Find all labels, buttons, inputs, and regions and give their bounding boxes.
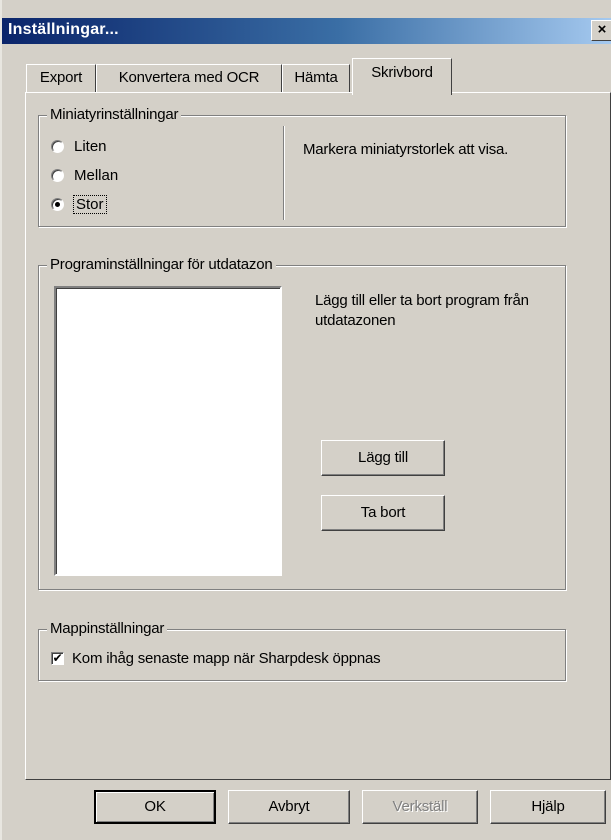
tab-label: Hämta [294,69,338,86]
help-button[interactable]: Hjälp [490,790,606,824]
radio-medium[interactable]: Mellan [51,164,118,186]
settings-dialog: Inställningar... × Export Konvertera med… [0,0,611,840]
radio-button[interactable] [51,168,64,182]
radio-small[interactable]: Liten [51,135,107,157]
radio-medium-label: Mellan [74,166,119,184]
radio-large[interactable]: Stor [51,193,107,215]
radio-button[interactable] [51,197,64,211]
program-list[interactable] [54,286,282,576]
tab-skrivbord[interactable]: Skrivbord [352,58,452,95]
title-bar[interactable]: Inställningar... × [2,18,611,44]
window-title: Inställningar... [8,21,119,38]
apply-label: Verkställ [392,798,448,815]
remember-folder-checkbox[interactable]: ✔ Kom ihåg senaste mapp när Sharpdesk öp… [51,650,381,667]
radio-button[interactable] [51,139,64,153]
thumbnail-settings-group: Miniatyrinställningar Liten Mellan Stor … [38,106,566,227]
add-program-label: Lägg till [358,449,408,466]
group-divider [283,126,285,220]
cancel-button[interactable]: Avbryt [228,790,350,824]
folder-settings-group: Mappinställningar ✔ Kom ihåg senaste map… [38,620,566,681]
help-label: Hjälp [531,798,565,815]
tab-label: Export [39,69,83,86]
ok-button[interactable]: OK [94,790,216,824]
thumbnail-settings-legend: Miniatyrinställningar [47,106,182,123]
tab-hamta[interactable]: Hämta [282,64,350,92]
output-tray-group: Programinställningar för utdatazon Lägg … [38,256,566,590]
close-icon: × [597,21,607,38]
add-program-button[interactable]: Lägg till [321,440,445,476]
thumbnail-description: Markera miniatyrstorlek att visa. [303,141,509,158]
output-tray-description: Lägg till eller ta bort program från utd… [315,292,529,329]
tab-export[interactable]: Export [26,64,96,92]
remove-program-button[interactable]: Ta bort [321,495,445,531]
close-button[interactable]: × [591,20,611,41]
checkbox-check-icon[interactable]: ✔ [51,652,64,665]
radio-large-label: Stor [73,194,107,214]
tab-ocr[interactable]: Konvertera med OCR [96,64,282,92]
remember-folder-label: Kom ihåg senaste mapp när Sharpdesk öppn… [72,650,381,667]
remove-program-label: Ta bort [360,504,406,521]
tab-panel-skrivbord: Miniatyrinställningar Liten Mellan Stor … [25,92,611,780]
cancel-label: Avbryt [268,798,310,815]
apply-button[interactable]: Verkställ [362,790,478,824]
radio-small-label: Liten [74,137,107,155]
tab-label: Skrivbord [371,64,433,81]
tab-label: Konvertera med OCR [118,69,260,86]
folder-settings-legend: Mappinställningar [47,620,168,637]
ok-label: OK [144,798,166,815]
output-tray-legend: Programinställningar för utdatazon [47,256,276,273]
